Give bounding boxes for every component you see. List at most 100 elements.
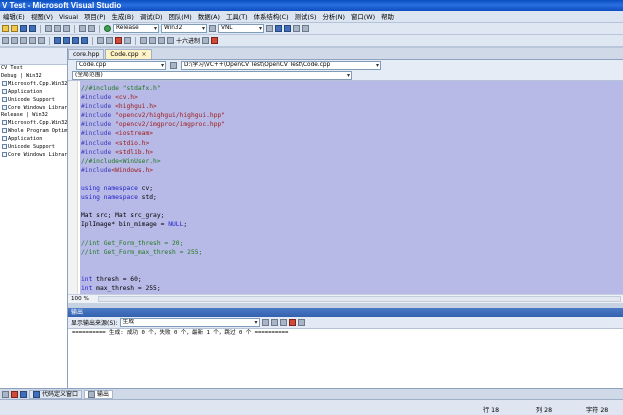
output-text[interactable]: ========== 生成: 成功 0 个，失败 0 个，最新 1 个，跳过 0…: [68, 329, 623, 388]
menu-item-help[interactable]: 帮助: [378, 12, 397, 21]
bookmark-icon[interactable]: [54, 37, 61, 44]
tab-core-hpp[interactable]: core.hpp: [68, 49, 105, 59]
restart-icon[interactable]: [124, 37, 131, 44]
menu-item-visual-assist[interactable]: Visual: [56, 13, 81, 21]
tab-code-definition[interactable]: 代码定义窗口: [29, 389, 83, 399]
step-into-icon[interactable]: [149, 37, 156, 44]
solution-platform-select[interactable]: Win32: [161, 24, 207, 33]
path-select-value: D:\学习\VC++\OpenCV Test\OpenCV Test\Code.…: [184, 62, 331, 68]
debug-windows-icon[interactable]: [211, 37, 219, 44]
continue-icon[interactable]: [97, 37, 104, 44]
code-token: <Windows.h>: [111, 166, 154, 174]
paste-icon[interactable]: [63, 25, 70, 32]
tree-item[interactable]: Core Windows Librar: [0, 104, 67, 113]
menu-item-team[interactable]: 团队(M): [166, 12, 195, 21]
text-editor-icon[interactable]: [2, 37, 9, 44]
solution-configuration-select[interactable]: Release: [113, 24, 159, 33]
find-message-icon[interactable]: [261, 319, 269, 326]
word-wrap-icon[interactable]: [297, 319, 305, 326]
solution-explorer-tab-icon[interactable]: [2, 390, 9, 398]
stop-debugging-icon[interactable]: [115, 37, 122, 44]
find-combo[interactable]: VNL: [218, 24, 264, 33]
next-bookmark-icon[interactable]: [72, 37, 79, 44]
file-select[interactable]: Code.cpp: [76, 61, 166, 70]
code-token: #include: [81, 130, 116, 138]
class-view-tab-icon[interactable]: [11, 390, 18, 398]
toolbox-icon[interactable]: [293, 25, 300, 32]
tab-output[interactable]: 输出: [84, 389, 114, 399]
tree-item[interactable]: Unicode Support: [0, 144, 67, 152]
properties-icon[interactable]: [284, 25, 291, 32]
scrollbar-track[interactable]: [98, 296, 621, 302]
tab-code-cpp[interactable]: Code.cpp ×: [105, 49, 152, 59]
tree-item-label: Application: [8, 88, 43, 95]
code-editor[interactable]: //#include "stdafx.h" #include <cv.h> #inc…: [68, 81, 623, 294]
code-token: int: [81, 285, 97, 293]
path-select[interactable]: D:\学习\VC++\OpenCV Test\OpenCV Test\Code.…: [181, 61, 381, 70]
tree-item[interactable]: Application: [0, 136, 67, 144]
hex-display-toggle[interactable]: 十六进制: [176, 36, 200, 45]
redo-icon[interactable]: [88, 25, 95, 32]
previous-message-icon[interactable]: [270, 319, 278, 326]
tree-item[interactable]: Microsoft.Cpp.Win32: [0, 80, 67, 89]
clear-all-icon[interactable]: [288, 319, 296, 326]
code-token: ;: [183, 221, 188, 229]
tree-item[interactable]: Debug | Win32: [0, 73, 67, 81]
code-line: int max_thresh = 255;: [81, 284, 621, 293]
show-next-statement-icon[interactable]: [140, 37, 147, 44]
menu-item-data[interactable]: 数据(A): [195, 12, 223, 21]
close-icon[interactable]: ×: [142, 51, 147, 58]
scope-select[interactable]: (全局范围): [72, 71, 352, 80]
clear-bookmarks-icon[interactable]: [81, 37, 88, 44]
tree-item[interactable]: Release | Win32: [0, 112, 67, 120]
find-icon[interactable]: [266, 25, 273, 32]
new-project-icon[interactable]: [2, 25, 9, 32]
tree-item[interactable]: Application: [0, 88, 67, 97]
menu-item-edit[interactable]: 编辑(E): [0, 12, 28, 21]
next-message-icon[interactable]: [279, 319, 287, 326]
output-source-select[interactable]: 生成: [119, 318, 260, 327]
find-in-files-icon[interactable]: [209, 25, 216, 32]
tree-item[interactable]: Whole Program Optim: [0, 128, 67, 136]
open-file-icon[interactable]: [11, 25, 18, 32]
uncomment-icon[interactable]: [38, 37, 45, 44]
solution-explorer-icon[interactable]: [275, 25, 282, 32]
menu-item-build[interactable]: 生成(B): [109, 12, 137, 21]
menu-item-architecture[interactable]: 体系结构(C): [251, 12, 292, 21]
start-page-icon[interactable]: [302, 25, 309, 32]
menu-item-tools[interactable]: 工具(T): [223, 12, 251, 21]
indent-icon[interactable]: [11, 37, 18, 44]
break-all-icon[interactable]: [106, 37, 113, 44]
go-icon[interactable]: [170, 62, 177, 69]
menu-item-view[interactable]: 视图(V): [28, 12, 56, 21]
menu-item-project[interactable]: 项目(P): [81, 12, 109, 21]
comment-icon[interactable]: [29, 37, 36, 44]
save-all-icon[interactable]: [29, 25, 36, 32]
horizontal-scrollbar[interactable]: 100 %: [68, 294, 623, 303]
solution-tree: CV Test Debug | Win32 Microsoft.Cpp.Win32 A…: [0, 65, 67, 160]
outdent-icon[interactable]: [20, 37, 27, 44]
menu-item-window[interactable]: 窗口(W): [348, 12, 378, 21]
tree-item[interactable]: Core Windows Librar: [0, 151, 67, 160]
breakpoints-icon[interactable]: [202, 37, 210, 44]
menu-item-test[interactable]: 测试(S): [292, 12, 320, 21]
code-lines: //#include "stdafx.h" #include <cv.h> #inc…: [81, 84, 621, 294]
zoom-level[interactable]: 100 %: [68, 296, 98, 302]
cut-icon[interactable]: [45, 25, 52, 32]
tree-item[interactable]: CV Test: [0, 65, 67, 73]
tree-item[interactable]: Unicode Support: [0, 96, 67, 105]
step-out-icon[interactable]: [167, 37, 174, 44]
code-line: #include "opencv2/highgui/highgui.hpp": [81, 111, 621, 120]
menu-item-analyze[interactable]: 分析(N): [319, 12, 348, 21]
start-debugging-icon[interactable]: [104, 25, 111, 32]
tree-item[interactable]: Microsoft.Cpp.Win32: [0, 120, 67, 128]
previous-bookmark-icon[interactable]: [63, 37, 70, 44]
save-icon[interactable]: [20, 25, 27, 32]
code-token: NULL: [168, 221, 184, 229]
undo-icon[interactable]: [79, 25, 86, 32]
copy-icon[interactable]: [54, 25, 61, 32]
step-over-icon[interactable]: [158, 37, 165, 44]
property-manager-tab-icon[interactable]: [20, 390, 27, 398]
menu-item-debug[interactable]: 调试(D): [137, 12, 166, 21]
